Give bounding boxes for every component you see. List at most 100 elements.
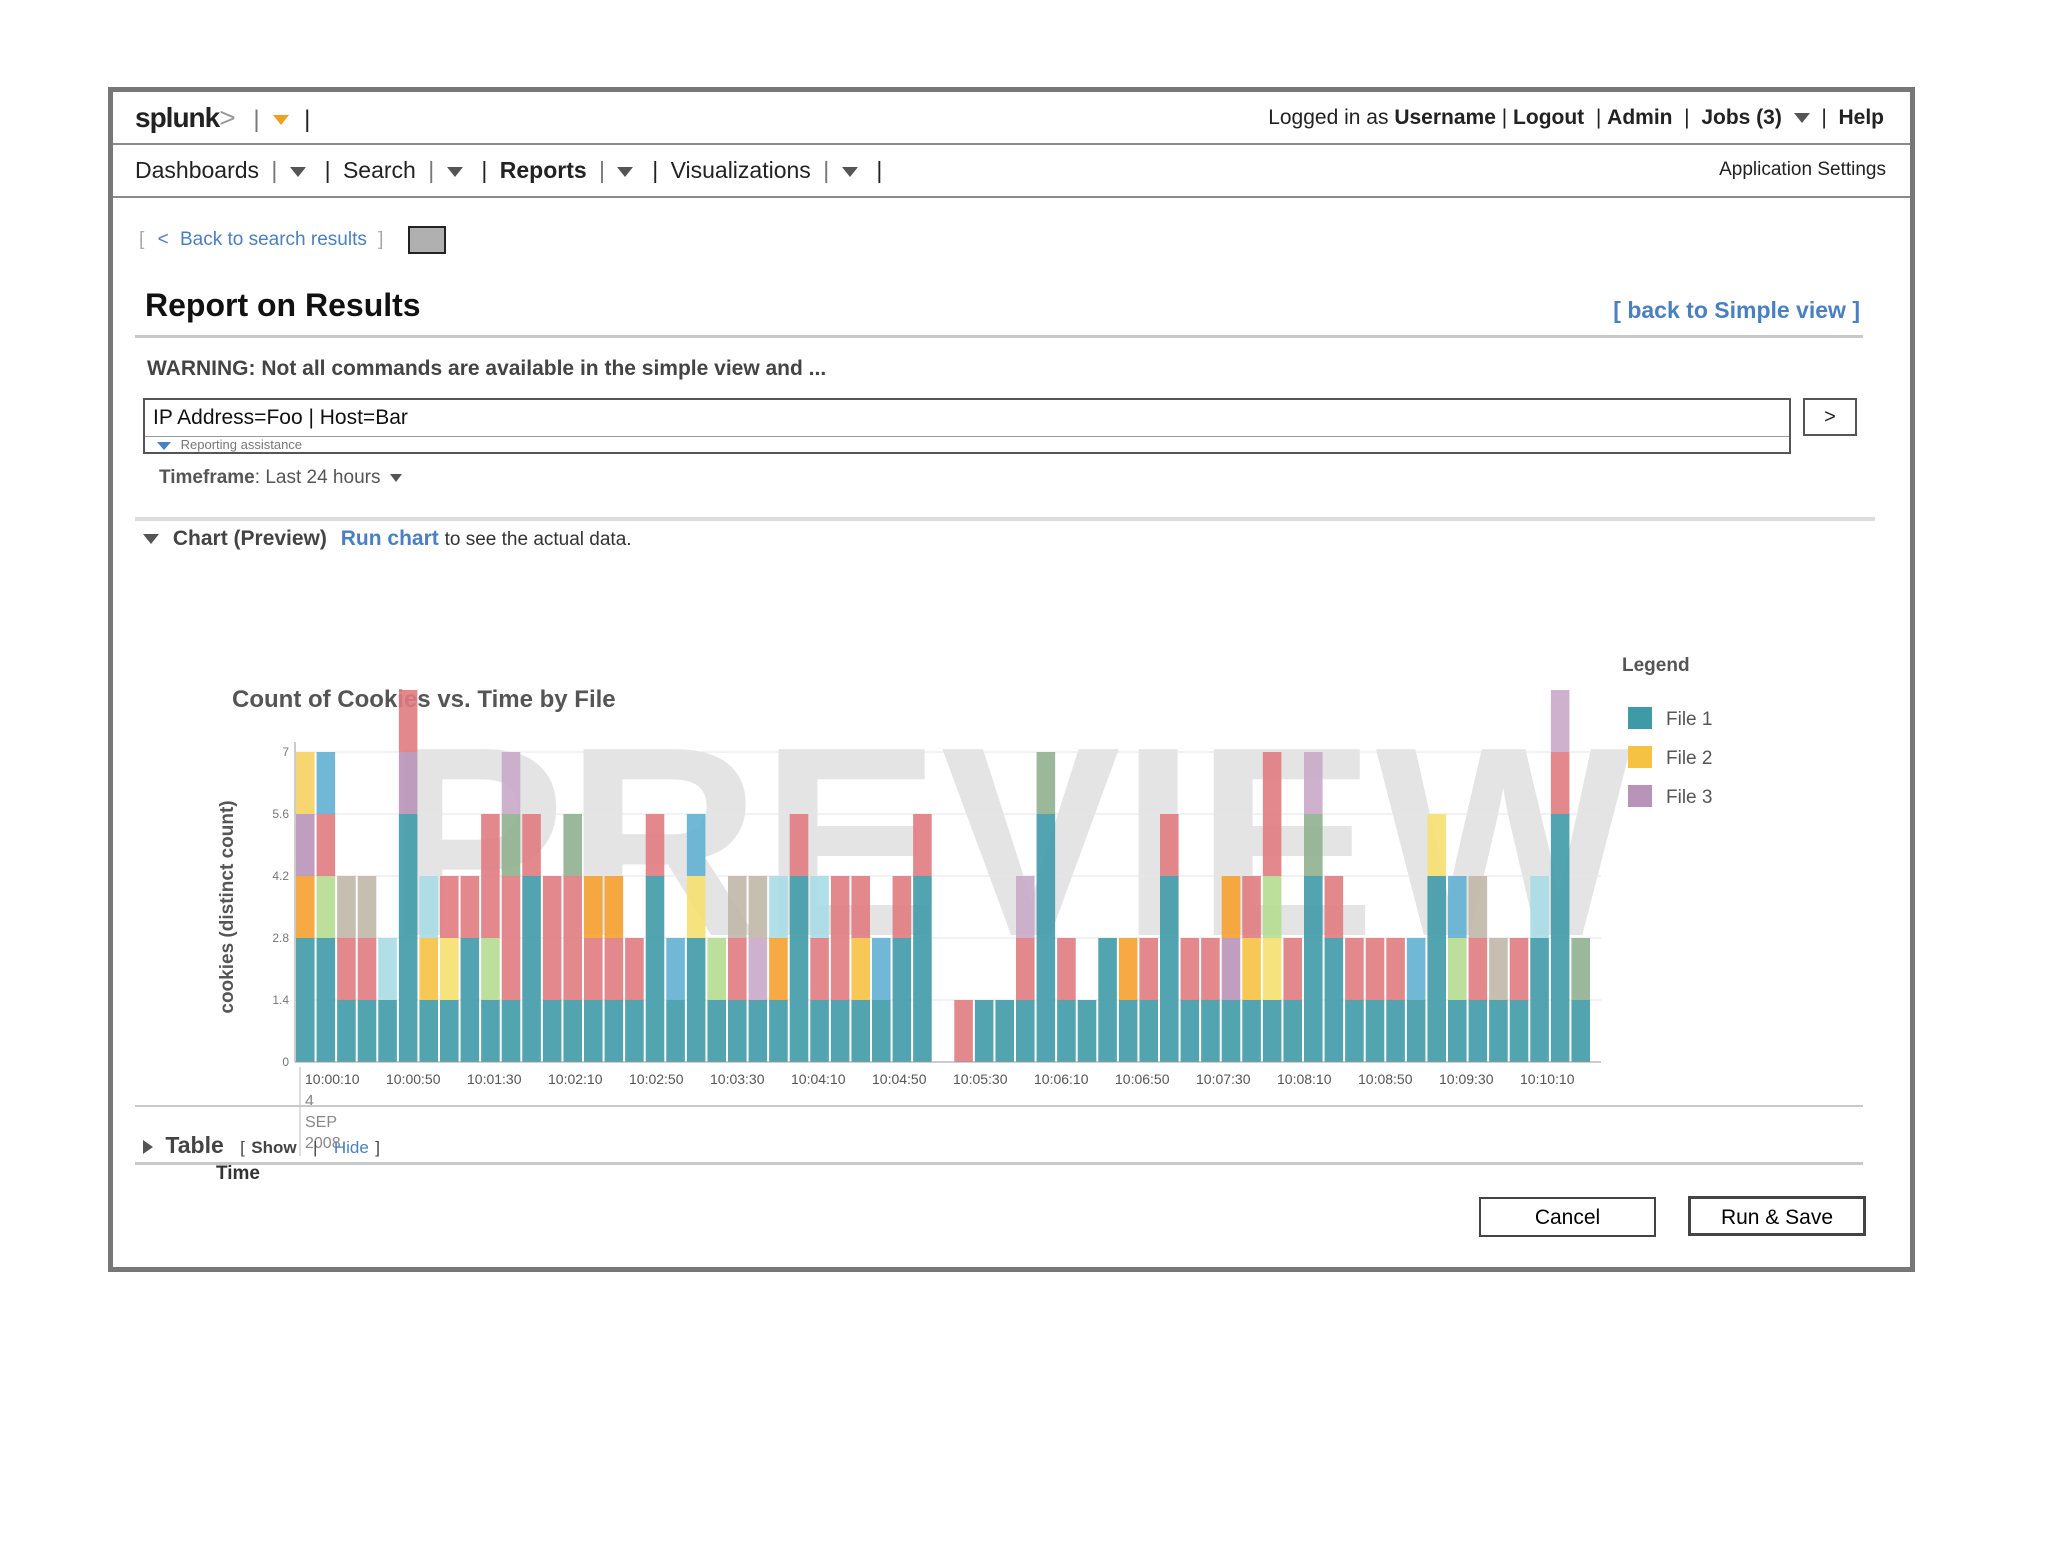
bar-segment — [1509, 938, 1529, 1000]
bar-segment — [1406, 1000, 1426, 1062]
bar-segment — [460, 876, 480, 938]
date-label: SEP — [305, 1114, 337, 1131]
bar-segment — [1036, 752, 1056, 814]
bar-segment — [584, 938, 603, 1000]
logo-chevron: > — [219, 102, 235, 133]
bar-segment — [1016, 938, 1035, 1000]
bar-segment — [1345, 938, 1364, 1000]
back-chevron-icon[interactable]: < — [158, 229, 169, 250]
jobs-dropdown-icon[interactable] — [1793, 113, 1810, 124]
nav-reports[interactable]: Reports — [500, 157, 587, 183]
run-chart-link[interactable]: Run chart — [341, 527, 439, 550]
cancel-button[interactable]: Cancel — [1479, 1197, 1656, 1237]
table-hide-link[interactable]: Hide — [334, 1138, 369, 1157]
bar-segment — [748, 1000, 768, 1062]
timeframe-value[interactable]: Last 24 hours — [265, 467, 380, 488]
nav-search[interactable]: Search — [343, 157, 416, 183]
bar-segment — [357, 938, 377, 1000]
chart-collapse-icon[interactable] — [143, 534, 159, 545]
bar-segment — [872, 1000, 891, 1062]
divider — [135, 1105, 1863, 1107]
x-tick-label: 10:00:50 — [386, 1071, 441, 1087]
bar-segment — [1448, 938, 1467, 1000]
bar-segment — [1098, 938, 1117, 1062]
bar-segment — [913, 876, 932, 1062]
separator: | — [1678, 106, 1696, 129]
bar-segment — [1386, 1000, 1405, 1062]
separator: | — [253, 106, 259, 133]
help-link[interactable]: Help — [1838, 106, 1884, 129]
top-bar: splunk> | | Logged in as Username | Logo… — [113, 92, 1910, 145]
search-go-button[interactable]: > — [1803, 398, 1857, 436]
jobs-link[interactable]: Jobs (3) — [1701, 106, 1782, 129]
bar-segment — [892, 938, 912, 1062]
table-expand-icon[interactable] — [143, 1139, 153, 1154]
bar-segment — [522, 814, 541, 876]
bar-segment — [481, 814, 500, 938]
logout-link[interactable]: Logout — [1513, 106, 1584, 129]
bar-segment — [830, 1000, 850, 1062]
bar-segment — [440, 876, 459, 938]
nav-visualizations[interactable]: Visualizations — [671, 157, 811, 183]
bar-segment — [728, 876, 747, 938]
bar-segment — [1345, 1000, 1364, 1062]
bar-segment — [337, 1000, 356, 1062]
bar-segment — [748, 876, 768, 938]
bar-segment — [789, 814, 809, 876]
date-label: 4 — [305, 1093, 314, 1110]
legend-swatch — [1628, 785, 1652, 807]
assist-chevron-down-icon[interactable] — [157, 441, 171, 450]
visualizations-dropdown-icon[interactable] — [841, 166, 858, 177]
bar-segment — [1016, 1000, 1035, 1062]
nav-dashboards[interactable]: Dashboards — [135, 157, 259, 183]
reporting-assistance-label[interactable]: Reporting assistance — [181, 437, 302, 452]
bar-segment — [563, 876, 582, 1000]
bar-segment — [851, 938, 870, 1000]
x-tick-label: 10:08:50 — [1358, 1071, 1413, 1087]
app-menu-dropdown-icon[interactable] — [273, 114, 290, 125]
bar-segment — [769, 876, 788, 938]
bar-segment — [645, 876, 665, 1062]
bar-segment — [1283, 1000, 1302, 1062]
chart-section-title: Chart (Preview) — [172, 527, 327, 550]
bar-segment — [501, 876, 521, 1000]
separator: | — [318, 157, 331, 183]
bar-segment — [810, 876, 829, 938]
logged-in-label: Logged in as — [1268, 106, 1389, 129]
back-to-search-results-link[interactable]: Back to search results — [180, 229, 367, 250]
bar-segment — [419, 938, 438, 1000]
bar-segment — [995, 1000, 1014, 1062]
bar-segment — [460, 938, 480, 1062]
dashboards-dropdown-icon[interactable] — [289, 166, 306, 177]
search-dropdown-icon[interactable] — [446, 166, 463, 177]
chart-section-header: Chart (Preview) Run chart to see the act… — [143, 527, 632, 551]
run-and-save-button[interactable]: Run & Save — [1688, 1196, 1866, 1236]
back-to-simple-view-link[interactable]: back to Simple view — [1627, 297, 1846, 323]
separator: | — [599, 157, 606, 183]
timeframe-dropdown-icon[interactable] — [389, 473, 402, 482]
simple-view-link-wrapper[interactable]: [ back to Simple view ] — [1613, 297, 1860, 324]
timeframe-picker[interactable]: Timeframe: Last 24 hours — [159, 467, 402, 489]
bar-segment — [542, 1000, 562, 1062]
nav-menu: Dashboards | | Search | | Reports | | Vi… — [135, 157, 888, 184]
bar-segment — [686, 938, 706, 1062]
reporting-assistance-toggle[interactable]: Reporting assistance — [145, 436, 1789, 453]
application-settings-link[interactable]: Application Settings — [1719, 159, 1886, 181]
bar-segment — [707, 938, 726, 1000]
legend-label: File 2 — [1666, 748, 1712, 769]
separator: | — [645, 157, 659, 183]
reports-dropdown-icon[interactable] — [617, 166, 634, 177]
search-bar: IP Address=Foo | Host=Bar Reporting assi… — [143, 398, 1791, 454]
table-show-link[interactable]: Show — [251, 1138, 296, 1157]
admin-link[interactable]: Admin — [1607, 106, 1672, 129]
splunk-logo[interactable]: splunk> | | — [135, 102, 310, 134]
search-input[interactable]: IP Address=Foo | Host=Bar — [153, 406, 408, 430]
chart-title: Count of Cookies vs. Time by File — [232, 686, 616, 713]
bar-segment — [1571, 938, 1590, 1000]
chart-hint: to see the actual data. — [444, 529, 632, 550]
bar-segment — [501, 1000, 521, 1062]
divider — [135, 517, 1875, 521]
bar-segment — [1530, 876, 1549, 938]
bar-segment — [1262, 1000, 1282, 1062]
bar-segment — [1057, 1000, 1076, 1062]
